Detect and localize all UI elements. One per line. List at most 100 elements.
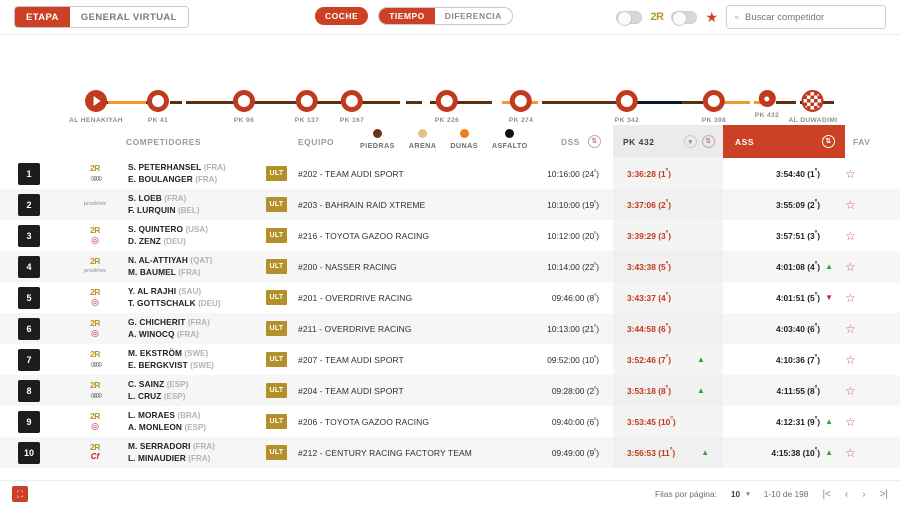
ass-value: 4:10:36 (7º) [776, 354, 820, 365]
waypoint-label: PK 137 [294, 117, 320, 124]
pill-diferencia[interactable]: DIFERENCIA [435, 8, 512, 24]
driver-name: M. EKSTRÖM [128, 348, 183, 359]
th-ass[interactable]: ASS ⇅ [723, 125, 845, 158]
codriver-nationality: (BEL) [177, 205, 200, 215]
cell-fav: ☆ [845, 313, 900, 344]
prev-page-button[interactable]: ‹ [845, 489, 848, 500]
table-row[interactable]: 10 2R Cf M. SERRADORI (FRA) L. MINAUDIER (FR… [0, 437, 900, 468]
legend-dot [372, 129, 382, 138]
brand-logo-icon: prodrive [83, 200, 107, 207]
route-waypoint-pk-137[interactable]: PK 137 [295, 90, 319, 124]
star-icon: ★ [705, 9, 718, 25]
route-waypoint-pk-432[interactable]: PK 432 [755, 90, 779, 119]
driver-name: M. SERRADORI [128, 441, 191, 452]
route-waypoint-pk-342[interactable]: PK 342 [615, 90, 639, 124]
cell-category: ULT [266, 251, 298, 282]
cell-fav: ☆ [845, 158, 900, 189]
toggle-favorites[interactable] [671, 10, 698, 26]
team-name: #204 - TEAM AUDI SPORT [298, 385, 404, 396]
rank-badge: 10 [18, 441, 40, 464]
route-waypoint-al-duwadimi[interactable]: AL DUWADIMI [789, 90, 838, 124]
driver-name: S. PETERHANSEL [128, 162, 202, 173]
driver-nationality: (USA) [185, 225, 208, 235]
toggle-2r[interactable] [616, 10, 643, 26]
cell-ass: 4:01:08 (4º) ▲ [723, 251, 845, 282]
table-row[interactable]: 3 2R ◎ S. QUINTERO (USA) D. ZENZ (DEU) ULT #21… [0, 220, 900, 251]
route-waypoint-pk-274[interactable]: PK 274 [509, 90, 533, 124]
star-outline-icon[interactable]: ☆ [845, 384, 856, 398]
team-name: #203 - BAHRAIN RAID XTREME [298, 199, 426, 210]
table-row[interactable]: 7 2R ○○○○ M. EKSTRÖM (SWE) E. BERGKVIST (SWE… [0, 344, 900, 375]
pk-value: 3:52:46 (7º) [627, 354, 671, 365]
table-row[interactable]: 4 2R prodrive N. AL-ATTIYAH (QAT) M. BAUMEL … [0, 251, 900, 282]
route-waypoint-pk-398[interactable]: PK 398 [702, 90, 726, 124]
star-outline-icon[interactable]: ☆ [845, 415, 856, 429]
star-outline-icon[interactable]: ☆ [845, 353, 856, 367]
star-outline-icon[interactable]: ☆ [845, 322, 856, 336]
search-input[interactable] [745, 11, 877, 23]
route-waypoint-al-henakiyah[interactable]: AL HENAKIYAH [69, 90, 123, 124]
mode-toggle[interactable]: TIEMPO DIFERENCIA [378, 7, 513, 25]
tab-etapa[interactable]: ETAPA [15, 7, 70, 27]
waypoint-label: AL DUWADIMI [788, 117, 838, 124]
table-row[interactable]: 8 2R ○○○○ C. SAINZ (ESP) L. CRUZ (ESP) ULT #20… [0, 375, 900, 406]
cell-competitors: Y. AL RAJHI (SAU) T. GOTTSCHALK (DEU) [126, 282, 266, 313]
search-box[interactable] [726, 5, 886, 29]
sort-icon-pk[interactable]: ⇅ [702, 135, 715, 148]
next-page-button[interactable]: › [862, 489, 865, 500]
pk-value: 3:37:06 (2º) [627, 199, 671, 210]
fullscreen-icon[interactable]: ⛶ [12, 486, 28, 502]
table-row[interactable]: 5 2R ◎ Y. AL RAJHI (SAU) T. GOTTSCHALK (DEU)… [0, 282, 900, 313]
codriver-name: D. ZENZ [128, 235, 161, 246]
star-outline-icon[interactable]: ☆ [845, 446, 856, 460]
cell-pk: 3:44:58 (6º) [613, 313, 723, 344]
pk-value: 3:39:29 (3º) [627, 230, 671, 241]
tab-general-virtual[interactable]: GENERAL VIRTUAL [69, 7, 188, 27]
table-row[interactable]: 9 2R ◎ L. MORAES (BRA) A. MONLEON (ESP) ULT #2… [0, 406, 900, 437]
sort-icon-dss[interactable]: ⇅ [588, 135, 601, 148]
rank-badge: 8 [18, 379, 40, 402]
star-outline-icon[interactable]: ☆ [845, 229, 856, 243]
driver-name: S. QUINTERO [128, 224, 184, 235]
first-page-button[interactable]: |< [822, 489, 830, 500]
cell-category: ULT [266, 158, 298, 189]
rank-badge: 5 [18, 286, 40, 309]
route-waypoint-pk-167[interactable]: PK 167 [340, 90, 364, 124]
codriver-name: E. BERGKVIST [128, 359, 188, 370]
table-row[interactable]: 1 2R ○○○○ S. PETERHANSEL (FRA) E. BOULANGER … [0, 158, 900, 189]
th-ass-label: ASS [735, 136, 755, 147]
team-name: #212 - CENTURY RACING FACTORY TEAM [298, 447, 472, 458]
table-row[interactable]: 2 prodrive S. LOEB (FRA) F. LURQUIN (BEL) UL… [0, 189, 900, 220]
two-r-icon: 2R [89, 380, 101, 391]
route-waypoint-pk-226[interactable]: PK 226 [435, 90, 459, 124]
chevron-down-icon[interactable]: ▾ [684, 135, 697, 148]
brand-logo-icon: ◎ [91, 234, 99, 245]
th-pk[interactable]: PK 432 ▾ ⇅ [613, 125, 723, 158]
cell-pk: 3:52:46 (7º) ▲ [613, 344, 723, 375]
pk-value: 3:43:38 (5º) [627, 261, 671, 272]
star-outline-icon[interactable]: ☆ [845, 291, 856, 305]
trend-down-icon: ▼ [825, 292, 833, 302]
pill-coche[interactable]: COCHE [315, 7, 369, 25]
rank-badge: 6 [18, 317, 40, 340]
sort-icon-ass[interactable]: ⇅ [822, 135, 835, 148]
rows-per-page-select[interactable]: 10 ▾ [731, 489, 750, 499]
star-outline-icon[interactable]: ☆ [845, 260, 856, 274]
pill-tiempo[interactable]: TIEMPO [379, 8, 435, 24]
legend-dot [418, 129, 428, 138]
star-outline-icon[interactable]: ☆ [845, 198, 856, 212]
waypoint-label: PK 274 [508, 117, 534, 124]
waypoint-icon [436, 90, 458, 112]
codriver-nationality: (DEU) [198, 298, 221, 308]
view-tabs[interactable]: ETAPA GENERAL VIRTUAL [14, 6, 189, 28]
star-outline-icon[interactable]: ☆ [845, 167, 856, 181]
th-competidores[interactable]: COMPETIDORES [126, 125, 266, 158]
codriver-nationality: (ESP) [184, 422, 206, 432]
route-waypoint-pk-41[interactable]: PK 41 [147, 90, 169, 124]
cell-competitors: M. SERRADORI (FRA) L. MINAUDIER (FRA) [126, 437, 266, 468]
table-row[interactable]: 6 2R ◎ G. CHICHERIT (FRA) A. WINOCQ (FRA) ULT… [0, 313, 900, 344]
cell-brand: 2R ◎ [64, 313, 126, 344]
last-page-button[interactable]: >| [880, 489, 888, 500]
route-waypoint-pk-96[interactable]: PK 96 [233, 90, 255, 124]
th-cat [266, 125, 298, 158]
